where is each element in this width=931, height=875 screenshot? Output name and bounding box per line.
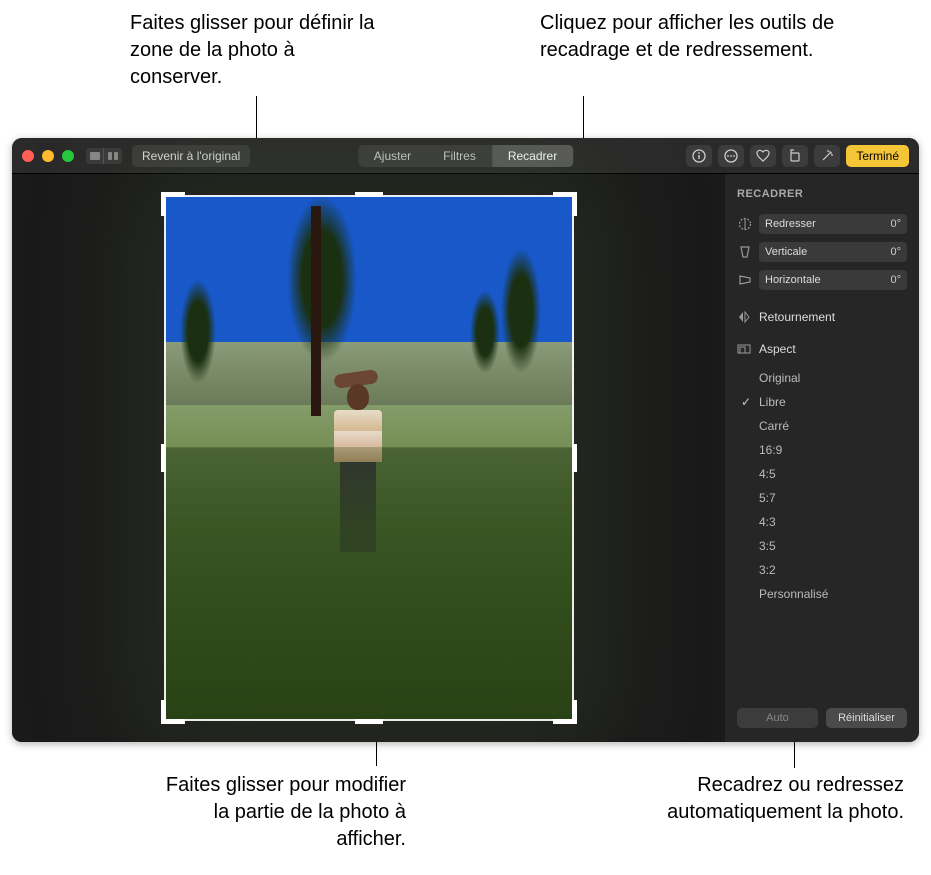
- minimize-window-button[interactable]: [42, 150, 54, 162]
- callout-top-left: Faites glisser pour définir la zone de l…: [130, 10, 390, 91]
- reset-button[interactable]: Réinitialiser: [826, 708, 907, 728]
- title-bar: Revenir à l'original Ajuster Filtres Rec…: [12, 138, 919, 174]
- crop-handle-bottom-right[interactable]: [553, 700, 577, 724]
- more-button[interactable]: [718, 145, 744, 167]
- crop-handle-top-right[interactable]: [553, 192, 577, 216]
- vertical-perspective-icon: [737, 244, 753, 260]
- aspect-option[interactable]: Libre: [759, 390, 907, 414]
- aspect-label: Aspect: [759, 342, 796, 356]
- vertical-slider[interactable]: Verticale 0°: [759, 242, 907, 262]
- crop-handle-top[interactable]: [355, 192, 383, 197]
- info-icon: [692, 149, 706, 163]
- tab-adjust[interactable]: Ajuster: [358, 145, 427, 167]
- revert-button[interactable]: Revenir à l'original: [132, 145, 250, 167]
- crop-handle-left[interactable]: [161, 444, 166, 472]
- straighten-slider[interactable]: Redresser 0°: [759, 214, 907, 234]
- straighten-label: Redresser: [765, 218, 816, 230]
- callout-top-right: Cliquez pour afficher les outils de reca…: [540, 10, 840, 64]
- rotate-button[interactable]: [782, 145, 808, 167]
- edit-mode-tabs: Ajuster Filtres Recadrer: [358, 145, 573, 167]
- flip-icon: [737, 310, 751, 324]
- auto-crop-button[interactable]: Auto: [737, 708, 818, 728]
- aspect-option[interactable]: 5:7: [759, 486, 907, 510]
- info-button[interactable]: [686, 145, 712, 167]
- aspect-options-list: OriginalLibreCarré16:94:55:74:33:53:2Per…: [759, 366, 907, 606]
- vertical-value: 0°: [890, 246, 901, 258]
- photos-edit-window: Revenir à l'original Ajuster Filtres Rec…: [12, 138, 919, 742]
- crop-sidebar: RECADRER Redresser 0° Verticale 0°: [725, 174, 919, 742]
- crop-handle-top-left[interactable]: [161, 192, 185, 216]
- favorite-button[interactable]: [750, 145, 776, 167]
- aspect-section[interactable]: Aspect: [737, 342, 907, 356]
- horizontal-perspective-icon: [737, 272, 753, 288]
- straighten-value: 0°: [890, 218, 901, 230]
- auto-enhance-button[interactable]: [814, 145, 840, 167]
- single-view-icon[interactable]: [86, 148, 104, 164]
- horizontal-label: Horizontale: [765, 274, 821, 286]
- vertical-label: Verticale: [765, 246, 807, 258]
- done-button[interactable]: Terminé: [846, 145, 909, 167]
- flip-section[interactable]: Retournement: [737, 310, 907, 324]
- horizontal-value: 0°: [890, 274, 901, 286]
- flip-label: Retournement: [759, 310, 835, 324]
- crop-handle-bottom[interactable]: [355, 719, 383, 724]
- aspect-icon: [737, 342, 751, 356]
- crop-handle-right[interactable]: [572, 444, 577, 472]
- wand-icon: [820, 149, 834, 163]
- straighten-icon: [737, 216, 753, 232]
- ellipsis-icon: [724, 149, 738, 163]
- heart-icon: [756, 149, 770, 163]
- aspect-option[interactable]: 4:3: [759, 510, 907, 534]
- window-controls: [22, 150, 74, 162]
- aspect-option[interactable]: 3:5: [759, 534, 907, 558]
- rotate-icon: [788, 149, 802, 163]
- aspect-option[interactable]: Personnalisé: [759, 582, 907, 606]
- close-window-button[interactable]: [22, 150, 34, 162]
- aspect-option[interactable]: 3:2: [759, 558, 907, 582]
- aspect-option[interactable]: Original: [759, 366, 907, 390]
- callout-bottom-right: Recadrez ou redressez automatiquement la…: [594, 772, 904, 826]
- callout-bottom-left: Faites glisser pour modifier la partie d…: [146, 772, 406, 853]
- photo-viewport[interactable]: [12, 174, 725, 742]
- aspect-option[interactable]: Carré: [759, 414, 907, 438]
- fullscreen-window-button[interactable]: [62, 150, 74, 162]
- tab-crop[interactable]: Recadrer: [492, 145, 573, 167]
- aspect-option[interactable]: 4:5: [759, 462, 907, 486]
- view-toggle[interactable]: [86, 148, 122, 164]
- split-view-icon[interactable]: [104, 148, 122, 164]
- tab-filters[interactable]: Filtres: [427, 145, 492, 167]
- aspect-option[interactable]: 16:9: [759, 438, 907, 462]
- sidebar-title: RECADRER: [737, 188, 907, 200]
- photo-content[interactable]: [164, 195, 574, 721]
- crop-frame[interactable]: [164, 195, 574, 721]
- crop-handle-bottom-left[interactable]: [161, 700, 185, 724]
- horizontal-slider[interactable]: Horizontale 0°: [759, 270, 907, 290]
